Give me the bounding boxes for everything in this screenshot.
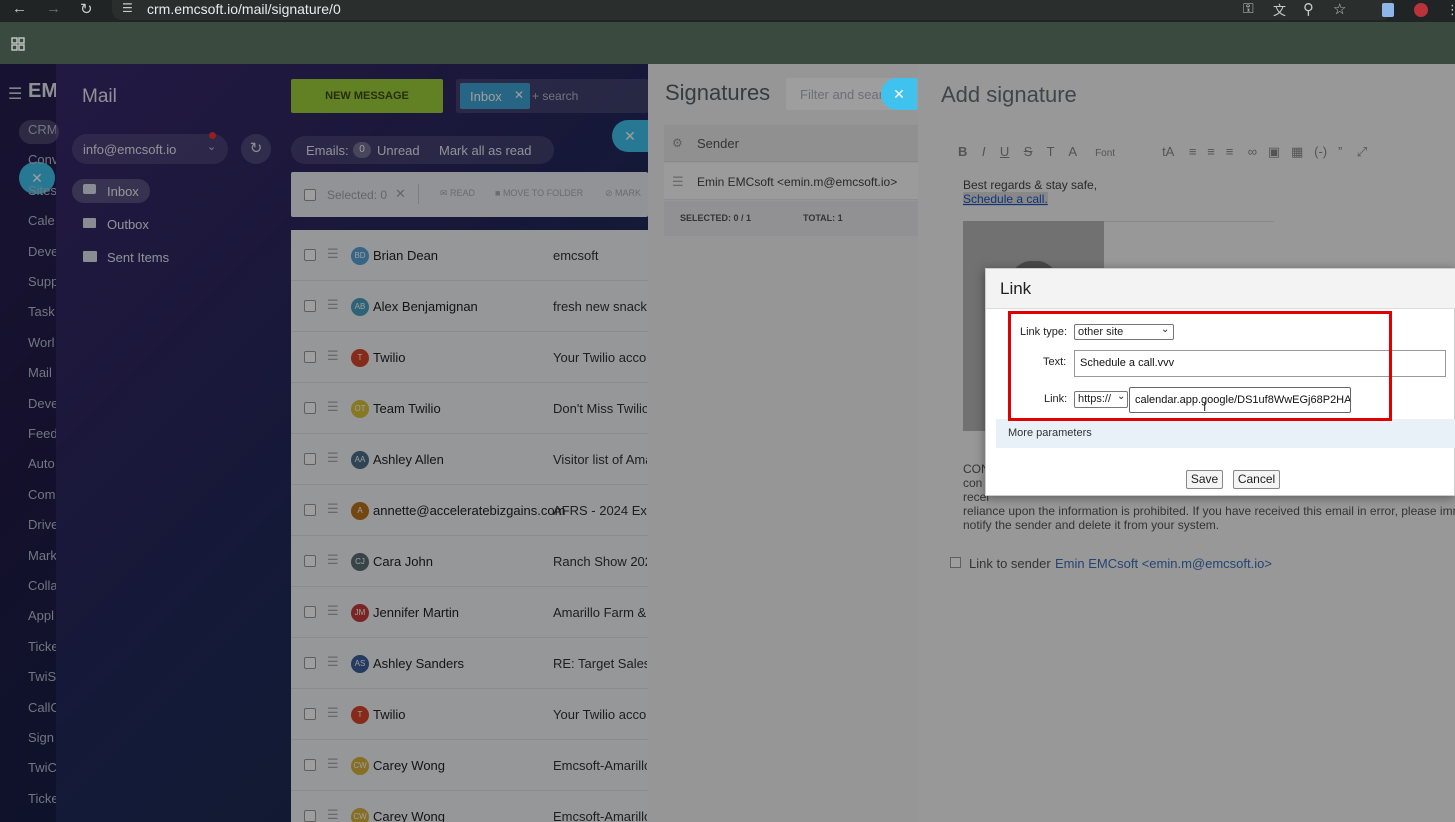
- save-button[interactable]: Save: [1186, 470, 1223, 489]
- close-panel-button[interactable]: ✕: [881, 78, 917, 110]
- menu-icon[interactable]: ⋮: [1446, 2, 1455, 18]
- key-icon[interactable]: ⚿: [1243, 0, 1254, 17]
- reload-icon[interactable]: ↻: [80, 0, 93, 18]
- bookmark-star-icon[interactable]: ☆: [1333, 0, 1346, 18]
- extension-icon[interactable]: [1414, 3, 1428, 17]
- site-settings-icon[interactable]: ☰: [122, 1, 133, 15]
- dialog-header: Link: [986, 269, 1455, 309]
- url-text: crm.emcsoft.io/mail/signature/0: [147, 1, 341, 17]
- translate-icon[interactable]: 文: [1273, 0, 1286, 19]
- text-cursor-icon: I: [1203, 400, 1207, 414]
- back-icon[interactable]: ←: [12, 0, 27, 17]
- apps-grid-icon[interactable]: [11, 37, 25, 51]
- zoom-icon[interactable]: ⚲: [1303, 0, 1314, 18]
- highlight-box: [1008, 311, 1392, 421]
- extension-icon[interactable]: [1382, 3, 1394, 17]
- dialog-title: Link: [1000, 279, 1032, 298]
- cancel-button[interactable]: Cancel: [1233, 470, 1280, 489]
- forward-icon[interactable]: →: [46, 0, 61, 17]
- more-parameters-link[interactable]: More parameters: [1008, 427, 1092, 439]
- more-parameters-bar[interactable]: More parameters: [996, 419, 1455, 448]
